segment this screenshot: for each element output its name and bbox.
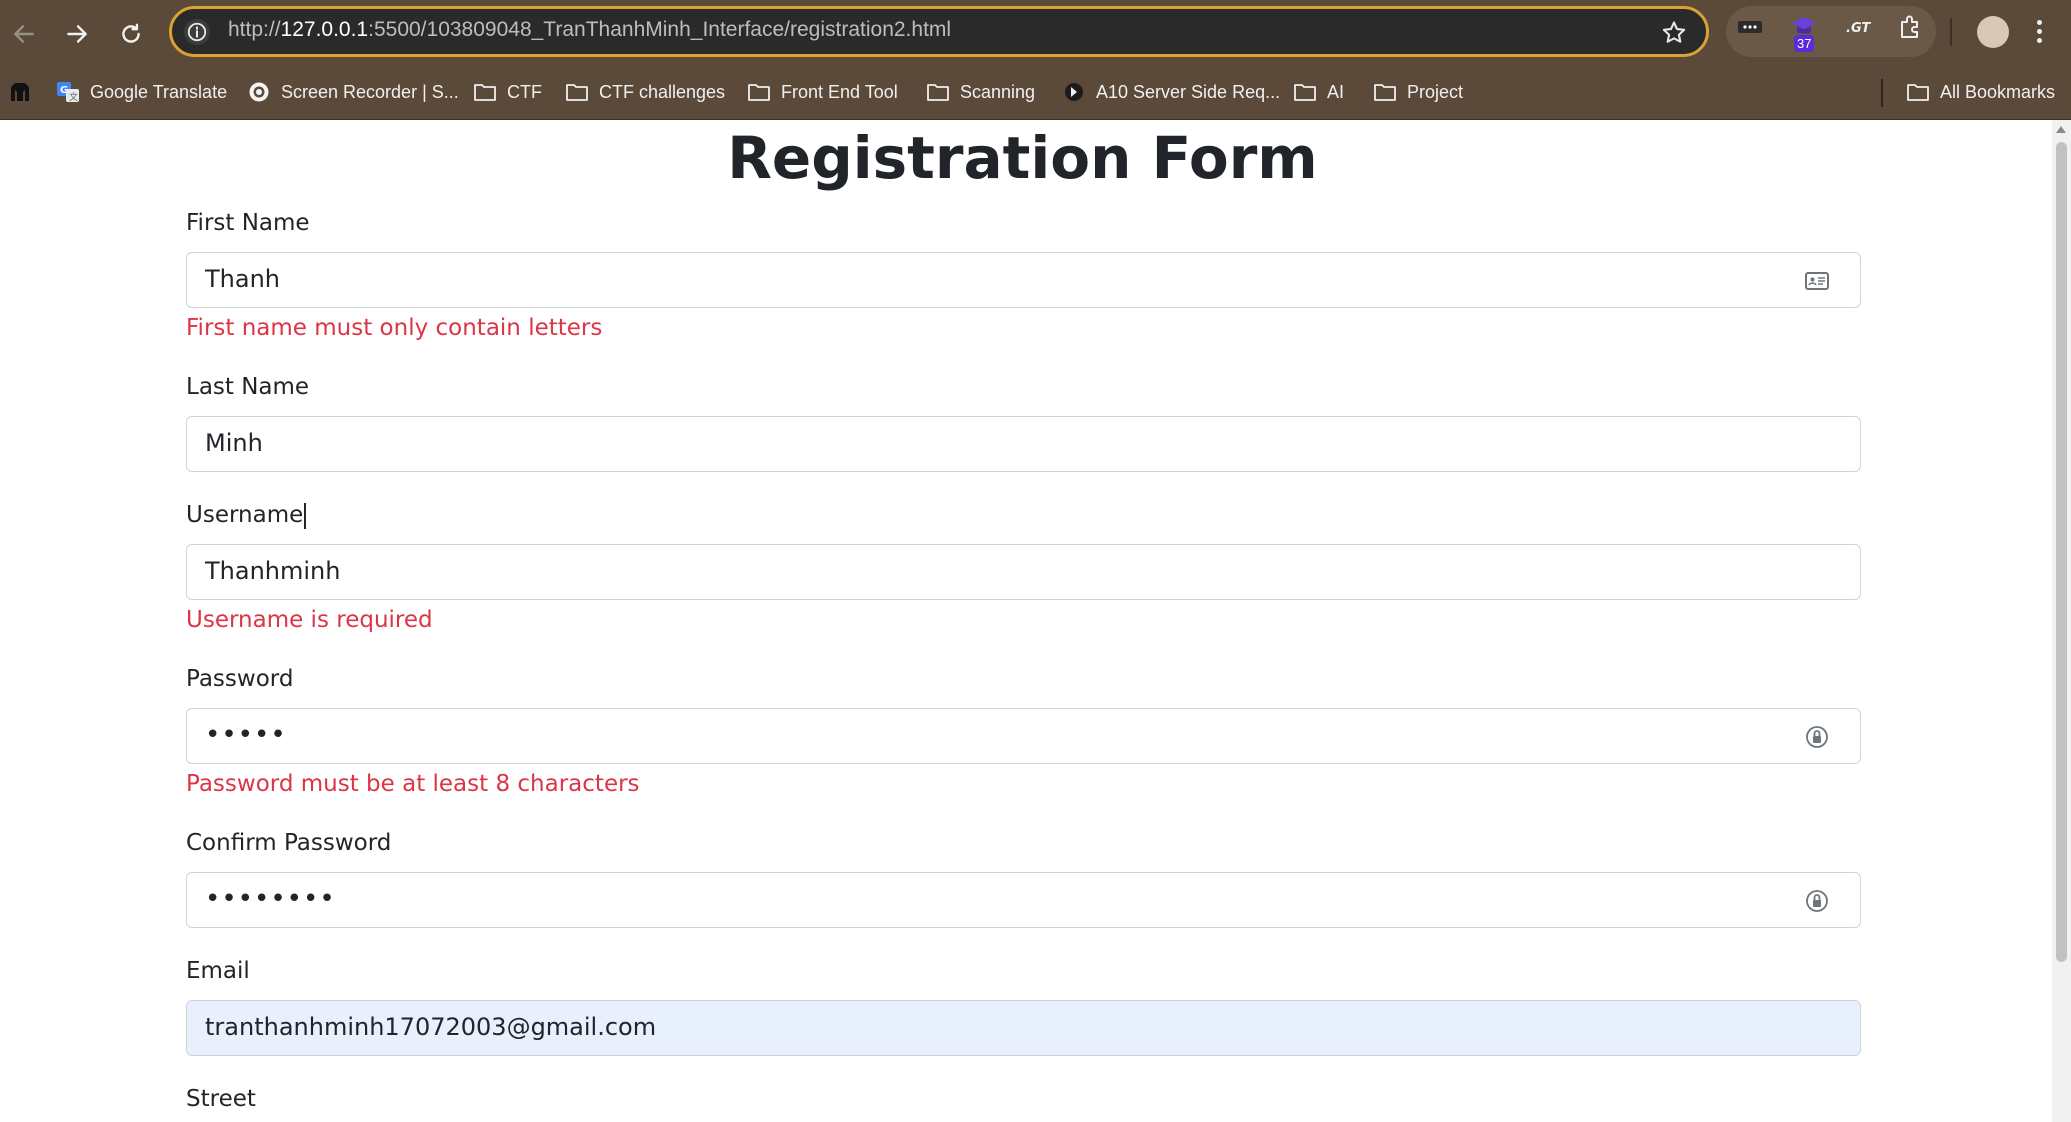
bookmark-a10-server-side[interactable]: A10 Server Side Req... (1062, 79, 1280, 105)
bookmark-google-translate[interactable]: G文 Google Translate (56, 79, 227, 105)
google-translate-icon: G文 (57, 82, 79, 103)
back-button[interactable] (4, 14, 44, 54)
site-info-icon[interactable] (184, 19, 210, 45)
email-value: tranthanhminh17072003@gmail.com (205, 1013, 657, 1041)
extension-dots-icon[interactable] (1736, 13, 1764, 41)
url-text[interactable]: http://127.0.0.1:5500/103809048_TranThan… (228, 18, 951, 42)
screen-recorder-icon (249, 82, 269, 102)
folder-icon (1294, 84, 1316, 101)
password-error: Password must be at least 8 characters (186, 771, 640, 797)
first-name-error: First name must only contain letters (186, 315, 603, 341)
confirm-password-input[interactable]: •••••••• (186, 872, 1861, 928)
ai-extension-icon[interactable]: .GT (1844, 13, 1872, 41)
svg-text:文: 文 (69, 91, 78, 103)
browser-toolbar: http://127.0.0.1:5500/103809048_TranThan… (0, 0, 2071, 67)
username-error: Username is required (186, 607, 433, 633)
folder-icon (566, 84, 588, 101)
bookmark-folder-ctf[interactable]: CTF (473, 79, 542, 105)
toolbar-separator (1950, 18, 1952, 46)
first-name-label: First Name (186, 210, 310, 236)
email-input[interactable]: tranthanhminh17072003@gmail.com (186, 1000, 1861, 1056)
street-label: Street (186, 1086, 256, 1112)
folder-icon (474, 84, 496, 101)
puzzle-extensions-icon[interactable] (1897, 13, 1925, 41)
browser-menu-icon[interactable] (2035, 20, 2043, 46)
last-name-value: Minh (205, 429, 263, 457)
username-value: Thanhminh (205, 557, 341, 585)
scrollbar-thumb[interactable] (2056, 142, 2067, 962)
bookmark-star-icon[interactable] (1660, 19, 1688, 47)
bookmark-folder-scanning[interactable]: Scanning (926, 79, 1035, 105)
password-input[interactable]: ••••• (186, 708, 1861, 764)
address-bar[interactable]: http://127.0.0.1:5500/103809048_TranThan… (169, 6, 1709, 57)
last-name-input[interactable]: Minh (186, 416, 1861, 472)
folder-icon (1907, 84, 1929, 101)
password-label: Password (186, 666, 294, 692)
folder-icon (1374, 84, 1396, 101)
confirm-password-value: •••••••• (205, 884, 336, 914)
portswigger-icon (1065, 83, 1083, 101)
all-bookmarks-button[interactable]: All Bookmarks (1906, 79, 2055, 105)
folder-icon (748, 84, 770, 101)
confirm-password-label: Confirm Password (186, 830, 392, 856)
bookmarks-separator (1881, 79, 1883, 107)
first-name-input[interactable]: Thanh (186, 252, 1861, 308)
bookmark-folder-ctf-challenges[interactable]: CTF challenges (565, 79, 725, 105)
reload-button[interactable] (111, 14, 151, 54)
svg-text:.GT: .GT (1846, 21, 1871, 36)
contact-card-icon[interactable] (1804, 268, 1830, 294)
page-content: Registration Form First Name Thanh First… (0, 120, 2052, 1122)
extension-badge: 37 (1794, 35, 1815, 52)
username-label: Username (186, 502, 307, 529)
page-scrollbar[interactable] (2052, 120, 2071, 1122)
scroll-up-arrow-icon[interactable] (2056, 126, 2066, 133)
text-cursor (304, 502, 307, 529)
arrow-left-icon (14, 25, 34, 43)
password-key-icon[interactable] (1804, 888, 1830, 914)
bookmark-folder-ai[interactable]: AI (1293, 79, 1344, 105)
profile-avatar[interactable] (1977, 16, 2009, 48)
bookmark-folder-project[interactable]: Project (1373, 79, 1463, 105)
reload-icon (122, 23, 140, 43)
arrow-right-icon (67, 25, 87, 43)
last-name-label: Last Name (186, 374, 310, 400)
folder-icon (927, 84, 949, 101)
page-title: Registration Form (727, 124, 1318, 192)
bookmark-screen-recorder[interactable]: Screen Recorder | S... (247, 79, 459, 105)
bookmarks-bar: G文 Google Translate Screen Recorder | S.… (0, 67, 2071, 120)
password-key-icon[interactable] (1804, 724, 1830, 750)
bookmark-folder-front-end-tool[interactable]: Front End Tool (747, 79, 898, 105)
apps-shortcut-icon[interactable] (8, 79, 42, 105)
password-value: ••••• (205, 720, 287, 750)
forward-button[interactable] (57, 14, 97, 54)
first-name-value: Thanh (205, 265, 280, 293)
email-label: Email (186, 958, 250, 984)
username-input[interactable]: Thanhminh (186, 544, 1861, 600)
